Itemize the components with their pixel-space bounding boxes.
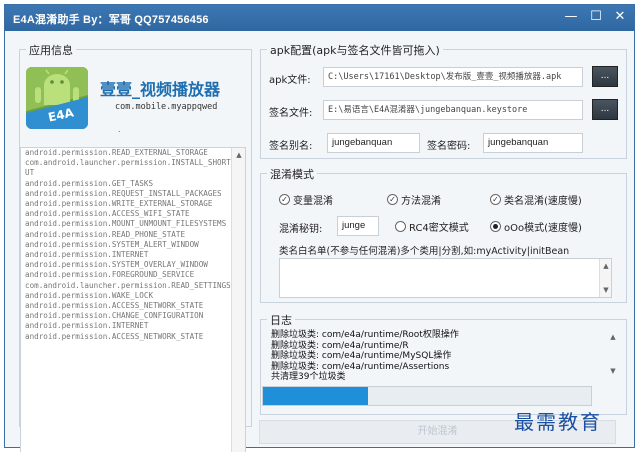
obfuscate-mode-label: 混淆模式	[267, 166, 317, 182]
minimize-button[interactable]: —	[560, 8, 582, 26]
apk-file-field[interactable]: C:\Users\17161\Desktop\发布版_壹壹_视频播放器.apk	[323, 67, 583, 87]
sign-file-label: 签名文件:	[269, 108, 313, 119]
scroll-up-icon[interactable]: ▲	[600, 259, 612, 273]
permission-item: android.permission.READ_EXTERNAL_STORAGE	[25, 148, 208, 157]
log-line: 删除垃圾类: com/e4a/runtime/Assertions	[271, 361, 450, 372]
check-icon: ✓	[387, 194, 398, 205]
ooo-mode-label: oOo模式(速度慢)	[504, 223, 582, 234]
permission-item: android.permission.ACCESS_NETWORK_STATE	[25, 331, 204, 341]
radio-selected-icon	[490, 221, 501, 232]
package-name: com.mobile.myappqwed	[115, 102, 218, 112]
apk-config-group: apk配置(apk与签名文件皆可拖入) apk文件: C:\Users\1716…	[260, 42, 627, 159]
close-button[interactable]: ✕	[609, 8, 631, 26]
var-obfuscate-label: 变量混淆	[293, 196, 333, 207]
alias-field[interactable]: jungebanquan	[327, 133, 420, 153]
method-obfuscate-label: 方法混淆	[401, 196, 441, 207]
rc4-mode-radio[interactable]: RC4密文模式	[395, 219, 469, 234]
window-title: E4A混淆助手 By：军哥 QQ757456456	[13, 14, 209, 26]
class-obfuscate-label: 类名混淆(速度慢)	[504, 196, 582, 207]
app-info-label: 应用信息	[26, 42, 76, 58]
log-line: 删除垃圾类: com/e4a/runtime/MySQL操作	[271, 351, 452, 361]
permission-item: android.permission.INTERNET	[25, 321, 149, 331]
rc4-mode-label: RC4密文模式	[409, 223, 469, 234]
progress-fill	[263, 387, 368, 405]
log-line: 共清理39个垃圾类	[271, 372, 346, 382]
permission-item: android.permission.ACCESS_NETWORK_STATE	[25, 301, 204, 311]
permission-item: android.permission.FOREGROUND_SERVICE	[25, 270, 195, 280]
scroll-up-icon[interactable]: ▲	[607, 330, 619, 344]
password-label: 签名密码:	[427, 141, 471, 152]
log-lines: 删除垃圾类: com/e4a/runtime/Root权限操作 删除垃圾类: co…	[267, 330, 619, 383]
permission-item: android.permission.ACCESS_WIFI_STATE	[25, 209, 190, 219]
log-label: 日志	[267, 312, 295, 328]
obfuscate-key-field[interactable]: junge	[337, 216, 379, 236]
method-obfuscate-checkbox[interactable]: ✓ 方法混淆	[387, 192, 441, 207]
app-info-group: 应用信息 E4A 壹壹_视频播放器 com.mobile.myappqwed .…	[19, 42, 252, 452]
log-line: 删除垃圾类: com/e4a/runtime/Root权限操作	[271, 330, 459, 340]
permission-items: android.permission.READ_EXTERNAL_STORAGE…	[21, 148, 245, 342]
permission-item: android.permission.READ_PHONE_STATE	[25, 229, 186, 239]
apk-browse-button[interactable]: ...	[592, 66, 618, 87]
log-output[interactable]: 删除垃圾类: com/e4a/runtime/Root权限操作 删除垃圾类: co…	[267, 330, 619, 382]
radio-icon	[395, 221, 406, 232]
app-dot: .	[118, 125, 121, 134]
permission-item: android.permission.CHANGE_CONFIGURATION	[25, 311, 204, 321]
permission-item: android.permission.SYSTEM_ALERT_WINDOW	[25, 239, 199, 249]
progress-bar	[262, 386, 592, 406]
app-name: 壹壹_视频播放器	[100, 80, 221, 99]
permission-item: android.permission.WAKE_LOCK	[25, 290, 154, 300]
whitelist-hint: 类名白名单(不参与任何混淆)多个类用|分割,如:myActivity|initB…	[279, 246, 570, 257]
obfuscate-mode-group: 混淆模式 ✓ 变量混淆 ✓ 方法混淆 ✓ 类名混淆(速度慢) 混淆秘钥: jun…	[260, 166, 627, 303]
permission-item: android.permission.WRITE_EXTERNAL_STORAG…	[25, 199, 213, 209]
permission-list[interactable]: android.permission.READ_EXTERNAL_STORAGE…	[20, 147, 246, 452]
obfuscate-key-label: 混淆秘钥:	[279, 224, 323, 235]
whitelist-input[interactable]: ▲ ▼	[279, 258, 612, 298]
maximize-button[interactable]: ☐	[585, 8, 607, 26]
permission-item: com.android.launcher.permission.READ_SET…	[25, 280, 231, 290]
apk-config-label: apk配置(apk与签名文件皆可拖入)	[267, 42, 443, 58]
permission-item: android.permission.INTERNET	[25, 250, 149, 260]
watermark-text: 最需教育	[514, 410, 602, 434]
ooo-mode-radio[interactable]: oOo模式(速度慢)	[490, 219, 582, 234]
permission-item: com.android.launcher.permission.INSTALL_…	[25, 158, 236, 178]
permission-item: android.permission.MOUNT_UNMOUNT_FILESYS…	[25, 219, 227, 229]
scroll-down-icon[interactable]: ▼	[600, 283, 612, 297]
permission-scrollbar[interactable]: ▲ ▼	[231, 148, 245, 452]
permission-item: android.permission.REQUEST_INSTALL_PACKA…	[25, 188, 222, 198]
var-obfuscate-checkbox[interactable]: ✓ 变量混淆	[279, 192, 333, 207]
scroll-up-icon[interactable]: ▲	[232, 148, 245, 162]
check-icon: ✓	[490, 194, 501, 205]
permission-item: android.permission.SYSTEM_OVERLAY_WINDOW	[25, 260, 208, 270]
alias-label: 签名别名:	[269, 141, 313, 152]
log-line: 删除垃圾类: com/e4a/runtime/R	[271, 340, 409, 351]
sign-file-field[interactable]: E:\易语言\E4A混淆器\jungebanquan.keystore	[323, 100, 583, 120]
whitelist-scrollbar[interactable]: ▲ ▼	[599, 259, 611, 297]
apk-file-label: apk文件:	[269, 75, 311, 86]
check-icon: ✓	[279, 194, 290, 205]
permission-item: android.permission.GET_TASKS	[25, 178, 154, 188]
title-bar[interactable]: E4A混淆助手 By：军哥 QQ757456456 — ☐ ✕	[5, 5, 634, 31]
password-field[interactable]: jungebanquan	[483, 133, 583, 153]
log-scrollbar[interactable]: ▲ ▼	[607, 330, 619, 378]
sign-browse-button[interactable]: ...	[592, 99, 618, 120]
main-window: E4A混淆助手 By：军哥 QQ757456456 — ☐ ✕ 应用信息 E4A	[4, 4, 635, 452]
app-icon: E4A	[26, 67, 88, 129]
scroll-down-icon[interactable]: ▼	[607, 364, 619, 378]
class-obfuscate-checkbox[interactable]: ✓ 类名混淆(速度慢)	[490, 192, 582, 207]
